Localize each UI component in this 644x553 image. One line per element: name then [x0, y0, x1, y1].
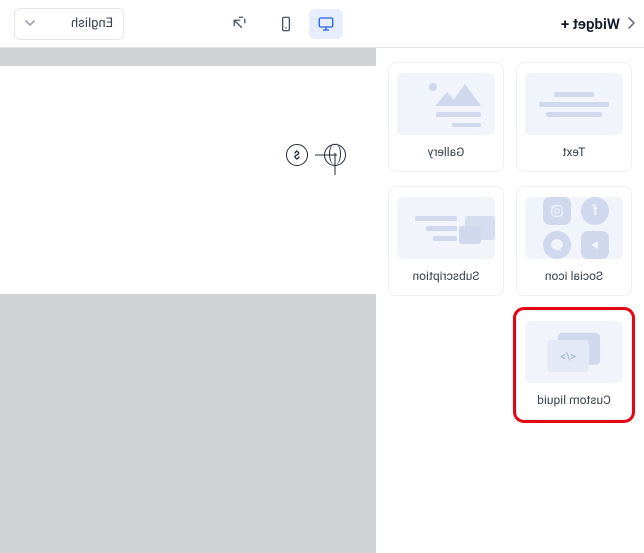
- widget-label: Gallery: [428, 145, 465, 159]
- youtube-icon: [581, 231, 609, 259]
- device-switch: [269, 9, 343, 39]
- instagram-icon: [543, 197, 571, 225]
- globe-icon[interactable]: [324, 144, 346, 166]
- widget-card-gallery[interactable]: Gallery: [388, 62, 504, 172]
- widget-label: Social icon: [545, 269, 603, 283]
- preview-canvas[interactable]: $: [0, 66, 376, 294]
- device-desktop-button[interactable]: [309, 9, 343, 39]
- chevron-down-icon: [25, 16, 35, 31]
- language-selector[interactable]: English: [14, 8, 124, 40]
- currency-icon[interactable]: $: [286, 144, 308, 166]
- messenger-icon: [543, 231, 571, 259]
- social-widget-thumb: f: [525, 197, 623, 259]
- widget-label: Text: [563, 145, 586, 159]
- subscription-widget-thumb: [397, 197, 495, 259]
- widget-label: Custom liquid: [537, 393, 611, 407]
- widget-label: Subscription: [413, 269, 480, 283]
- device-mobile-button[interactable]: [269, 9, 303, 39]
- back-group[interactable]: Widget +: [561, 15, 636, 33]
- widget-sidebar: Text Gallery f: [376, 48, 644, 553]
- page-title: Widget +: [561, 15, 620, 33]
- preview-pane: $: [0, 48, 376, 553]
- text-widget-thumb: [525, 73, 623, 135]
- language-label: English: [71, 16, 113, 31]
- open-in-new-button[interactable]: [221, 9, 255, 39]
- custom-liquid-widget-thumb: </>: [525, 321, 623, 383]
- facebook-icon: f: [581, 197, 609, 225]
- top-bar: Widget + English: [0, 0, 644, 48]
- chevron-left-icon: [626, 15, 636, 33]
- widget-card-custom-liquid[interactable]: </> Custom liquid: [516, 310, 632, 420]
- widget-card-subscription[interactable]: Subscription: [388, 186, 504, 296]
- gallery-widget-thumb: [397, 73, 495, 135]
- widget-card-text[interactable]: Text: [516, 62, 632, 172]
- widget-card-social[interactable]: f Social icon: [516, 186, 632, 296]
